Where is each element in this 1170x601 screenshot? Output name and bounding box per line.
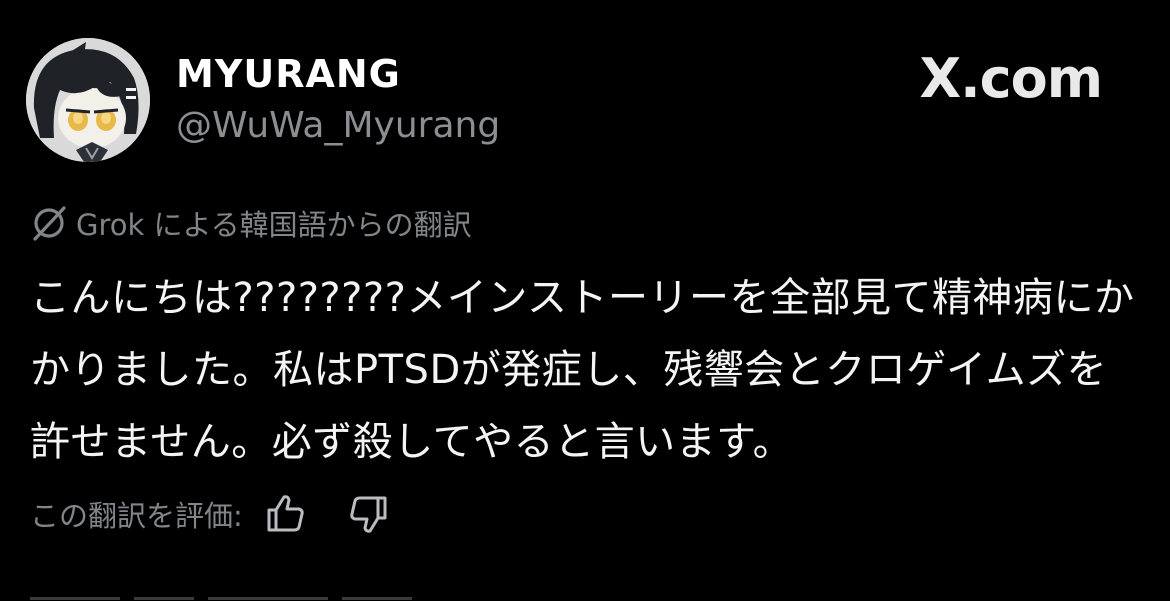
thumbs-down-icon[interactable] — [347, 492, 391, 536]
grok-slash-circle-icon — [30, 204, 68, 242]
cut-off-next-line — [30, 585, 570, 601]
tweet-text: こんにちは????????メインストーリーを全部見て精神病にかかりました。私はP… — [30, 275, 1135, 465]
translation-attribution: Grok による韓国語からの翻訳 — [30, 203, 472, 243]
rate-translation-row: この翻訳を評価: — [30, 490, 391, 538]
avatar[interactable] — [26, 38, 150, 162]
rate-translation-label: この翻訳を評価: — [30, 499, 243, 533]
display-name[interactable]: MYURANG — [176, 52, 401, 96]
thumbs-up-icon[interactable] — [263, 492, 307, 536]
user-handle[interactable]: @WuWa_Myurang — [176, 104, 500, 148]
translation-label: Grok による韓国語からの翻訳 — [76, 208, 472, 242]
x-com-logo: X.com — [919, 47, 1103, 110]
